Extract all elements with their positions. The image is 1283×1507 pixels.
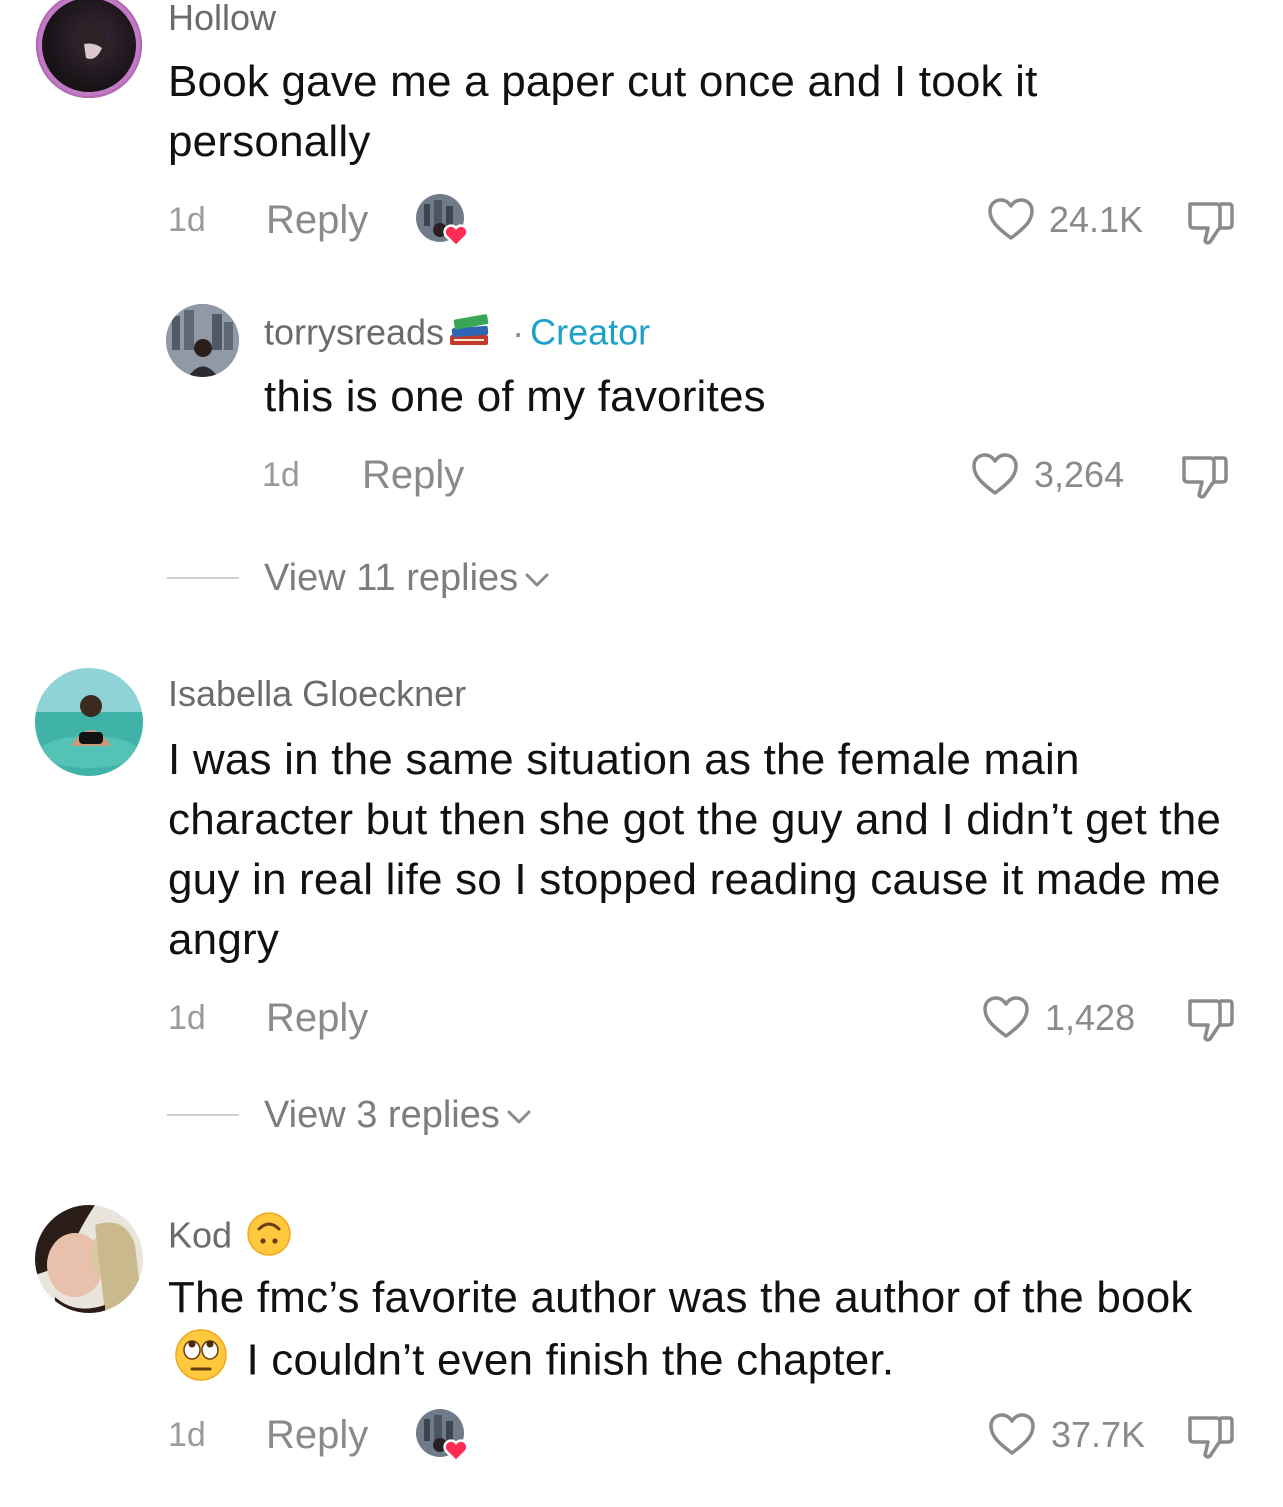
avatar-hollow[interactable] (36, 0, 142, 98)
reply-button[interactable]: Reply (266, 198, 368, 242)
comment-text: The fmc’s favorite author was the author… (168, 1268, 1208, 1398)
comment-text: I was in the same situation as the femal… (168, 735, 1222, 964)
comment-username[interactable]: Isabella Gloeckner (168, 674, 466, 714)
creator-liked-badge (416, 194, 472, 250)
comment-username[interactable]: Kod (168, 1211, 292, 1265)
comment-text: Book gave me a paper cut once and I took… (168, 57, 1038, 166)
books-emoji (446, 311, 494, 359)
view-replies-button[interactable]: View 3 replies (264, 1093, 532, 1137)
comment-time: 1d (168, 999, 206, 1037)
view-replies-label: View 3 replies (264, 1094, 500, 1136)
thumbs-down-icon[interactable] (1186, 993, 1236, 1043)
upside-down-face-emoji (246, 1211, 292, 1265)
view-replies-divider (167, 577, 239, 579)
heart-outline-icon[interactable] (981, 994, 1031, 1040)
view-replies-label: View 11 replies (264, 557, 519, 599)
comment-text: this is one of my favorites (264, 372, 766, 421)
heart-outline-icon[interactable] (986, 196, 1036, 242)
reply-button[interactable]: Reply (266, 996, 368, 1040)
username-text[interactable]: torrysreads (264, 312, 444, 353)
thumbs-down-icon[interactable] (1186, 1410, 1236, 1460)
like-count: 24.1K (1049, 199, 1144, 240)
eye-roll-emoji (174, 1328, 228, 1398)
chevron-down-icon (525, 573, 549, 587)
view-replies-divider (167, 1114, 239, 1116)
reply-button[interactable]: Reply (266, 1413, 368, 1457)
creator-liked-badge (416, 1409, 472, 1465)
reply-button[interactable]: Reply (362, 453, 464, 497)
thumbs-down-icon[interactable] (1180, 450, 1230, 500)
comment-username[interactable]: Hollow (168, 0, 276, 38)
badge-separator: · (512, 311, 525, 353)
comment-time: 1d (262, 456, 300, 494)
comment-text-part2: I couldn’t even finish the chapter. (246, 1335, 895, 1385)
thumbs-down-icon[interactable] (1186, 196, 1236, 246)
comment-time: 1d (168, 201, 206, 239)
comment-text-part1: The fmc’s favorite author was the author… (168, 1273, 1193, 1322)
like-count: 37.7K (1051, 1414, 1146, 1455)
heart-outline-icon[interactable] (970, 451, 1020, 497)
like-count: 3,264 (1034, 454, 1125, 495)
comment-time: 1d (168, 1416, 206, 1454)
comment-username[interactable]: torrysreads · Creator (264, 311, 650, 359)
creator-badge: Creator (530, 311, 651, 353)
heart-outline-icon[interactable] (987, 1411, 1037, 1457)
avatar-torrysreads[interactable] (166, 304, 239, 377)
like-count: 1,428 (1045, 997, 1136, 1038)
view-replies-button[interactable]: View 11 replies (264, 556, 550, 600)
chevron-down-icon (507, 1110, 531, 1124)
avatar-kod[interactable] (35, 1205, 143, 1313)
avatar-isabella-gloeckner[interactable] (35, 668, 143, 776)
username-text[interactable]: Kod (168, 1215, 232, 1256)
